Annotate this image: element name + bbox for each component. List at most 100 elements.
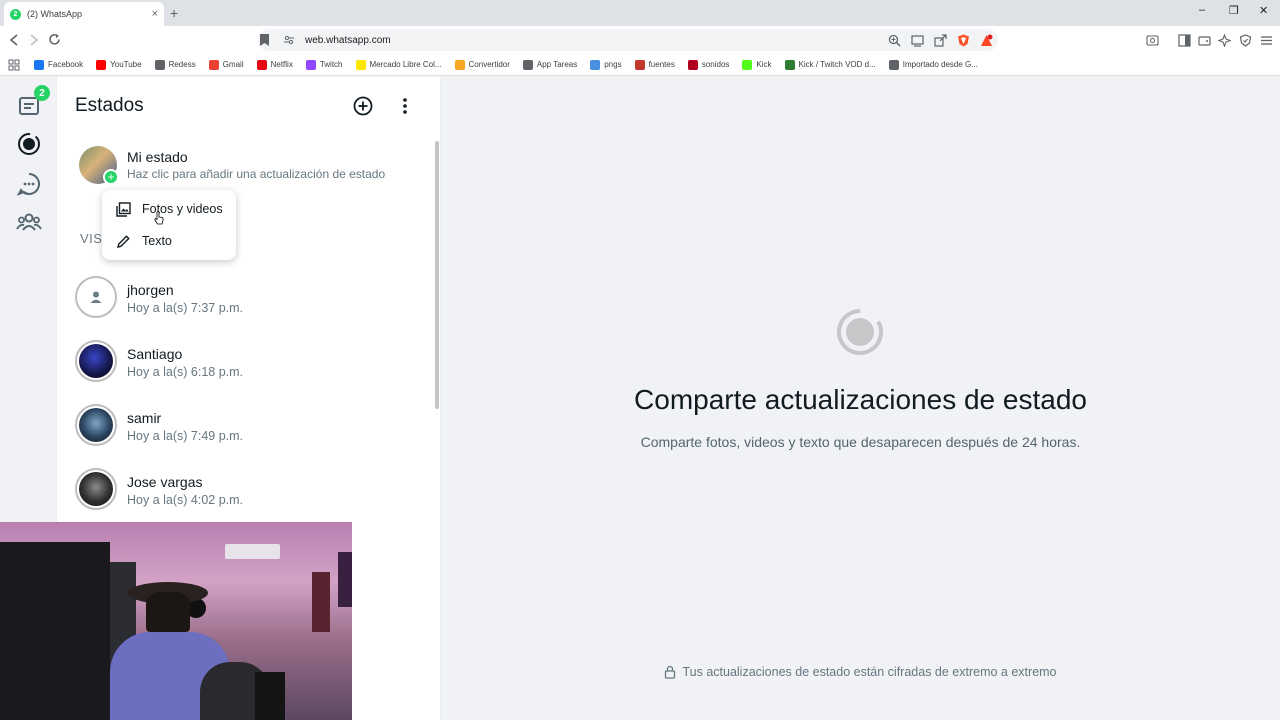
bookmark-label: Gmail <box>222 60 244 69</box>
back-icon[interactable] <box>9 34 19 46</box>
bookmark-item[interactable]: fuentes <box>634 59 675 70</box>
bookmark-label: Convertidor <box>468 60 510 69</box>
bookmark-label: Redess <box>168 60 196 69</box>
webcam-poster <box>338 552 352 607</box>
share-icon[interactable] <box>934 34 947 47</box>
webcam-poster <box>312 572 330 632</box>
tab-search-icon[interactable] <box>1146 34 1159 47</box>
tab-close-icon[interactable]: × <box>152 8 158 20</box>
apps-grid-icon[interactable] <box>8 59 20 71</box>
wallet-icon[interactable] <box>1198 34 1211 47</box>
contact-name: Santiago <box>127 346 183 362</box>
reload-icon[interactable] <box>48 33 61 46</box>
status-icon[interactable] <box>16 131 42 157</box>
sidebar-toggle-icon[interactable] <box>1178 34 1191 47</box>
bookmark-favicon-icon <box>522 59 533 70</box>
bookmark-item[interactable]: Importado desde G... <box>888 59 978 70</box>
status-ring <box>75 276 117 318</box>
mouse-cursor-icon <box>154 211 164 225</box>
bookmark-label: Mercado Libre Col... <box>369 60 442 69</box>
contact-time: Hoy a la(s) 7:49 p.m. <box>127 429 244 443</box>
vpn-shield-icon[interactable] <box>1239 34 1252 47</box>
bookmark-item[interactable]: Convertidor <box>454 59 510 70</box>
bookmark-favicon-icon <box>742 59 753 70</box>
channels-icon[interactable] <box>16 171 42 197</box>
brave-shield-icon[interactable] <box>957 34 970 47</box>
panel-scrollbar[interactable] <box>435 141 439 409</box>
bookmark-item[interactable]: pngs <box>590 59 622 70</box>
bookmark-label: Netflix <box>270 60 293 69</box>
my-status-hint: Haz clic para añadir una actualización d… <box>127 167 386 181</box>
bookmark-item[interactable]: Kick <box>742 59 772 70</box>
empty-state-subtitle: Comparte fotos, videos y texto que desap… <box>640 434 1081 450</box>
bookmark-item[interactable]: App Tareas <box>522 59 578 70</box>
menu-item-photos-videos[interactable]: Fotos y videos <box>102 193 236 225</box>
zoom-icon[interactable] <box>888 34 901 47</box>
status-ring <box>75 404 117 446</box>
bookmark-item[interactable]: Kick / Twitch VOD d... <box>784 59 876 70</box>
more-options-icon[interactable] <box>401 96 409 116</box>
add-status-icon[interactable] <box>353 96 373 116</box>
bookmark-favicon-icon <box>634 59 645 70</box>
bookmark-favicon-icon <box>34 59 44 70</box>
browser-menu-icon[interactable] <box>1260 34 1273 47</box>
browser-tab-whatsapp[interactable]: 2 (2) WhatsApp × <box>4 2 164 26</box>
site-settings-icon[interactable] <box>284 35 294 45</box>
status-contact-row[interactable]: samir Hoy a la(s) 7:49 p.m. <box>57 400 437 460</box>
bookmark-favicon-icon <box>305 59 316 70</box>
bookmark-item[interactable]: Redess <box>154 59 196 70</box>
status-contact-row[interactable]: jhorgen Hoy a la(s) 7:37 p.m. <box>57 272 437 332</box>
window-minimize-button[interactable]: – <box>1199 4 1205 16</box>
bookmark-label: sonidos <box>701 60 730 69</box>
bookmark-item[interactable]: Mercado Libre Col... <box>355 59 442 70</box>
page-title: Estados <box>75 95 144 116</box>
contact-avatar <box>79 472 113 506</box>
bookmark-item[interactable]: Gmail <box>208 59 244 70</box>
contact-name: Jose vargas <box>127 474 203 490</box>
bookmark-item[interactable]: Facebook <box>34 59 83 70</box>
bookmark-item[interactable]: Netflix <box>256 59 293 70</box>
my-status-row[interactable]: + Mi estado Haz clic para añadir una act… <box>57 143 437 187</box>
bookmark-favicon-icon <box>154 59 165 70</box>
webcam-hat-crown <box>146 592 190 632</box>
leo-ai-icon[interactable] <box>1218 34 1231 47</box>
address-bar[interactable]: web.whatsapp.com <box>258 29 998 51</box>
status-main-area: Comparte actualizaciones de estado Compa… <box>441 77 1280 720</box>
bookmark-label: App Tareas <box>536 60 578 69</box>
bookmark-favicon-icon <box>208 59 219 70</box>
window-close-button[interactable]: ✕ <box>1259 4 1268 17</box>
pencil-icon <box>117 234 130 248</box>
menu-item-text[interactable]: Texto <box>102 225 236 257</box>
bookmark-label: Twitch <box>319 60 343 69</box>
forward-icon[interactable] <box>29 34 39 46</box>
cast-icon[interactable] <box>911 34 924 47</box>
bookmark-item[interactable]: Twitch <box>305 59 343 70</box>
person-icon <box>90 291 102 303</box>
bookmark-favicon-icon <box>784 59 795 70</box>
lock-icon <box>665 665 676 679</box>
contact-time: Hoy a la(s) 4:02 p.m. <box>127 493 244 507</box>
whatsapp-favicon-icon: 2 <box>10 8 21 20</box>
bookmark-label: fuentes <box>648 60 675 69</box>
status-contact-row[interactable]: Jose vargas Hoy a la(s) 4:02 p.m. <box>57 464 437 524</box>
brave-rewards-icon[interactable] <box>980 34 993 47</box>
photo-gallery-icon <box>116 201 131 217</box>
communities-icon[interactable] <box>16 209 42 235</box>
empty-state-title: Comparte actualizaciones de estado <box>634 384 1087 415</box>
encryption-text: Tus actualizaciones de estado están cifr… <box>682 665 1057 679</box>
window-restore-button[interactable]: ❐ <box>1229 4 1239 17</box>
new-tab-button[interactable]: + <box>170 5 178 21</box>
webcam-microphone <box>255 672 285 720</box>
tab-title: (2) WhatsApp <box>27 9 83 19</box>
contact-time: Hoy a la(s) 6:18 p.m. <box>127 365 244 379</box>
chats-unread-badge: 2 <box>34 85 50 101</box>
status-contact-row[interactable]: Santiago Hoy a la(s) 6:18 p.m. <box>57 336 437 396</box>
bookmark-item[interactable]: sonidos <box>687 59 730 70</box>
status-placeholder-icon <box>837 309 883 355</box>
bookmark-label: pngs <box>604 60 622 69</box>
add-status-plus-icon: + <box>103 169 119 185</box>
status-ring <box>75 468 117 510</box>
bookmark-favicon-icon <box>590 59 601 70</box>
bookmark-item[interactable]: YouTube <box>96 59 142 70</box>
menu-item-label: Texto <box>142 234 172 248</box>
